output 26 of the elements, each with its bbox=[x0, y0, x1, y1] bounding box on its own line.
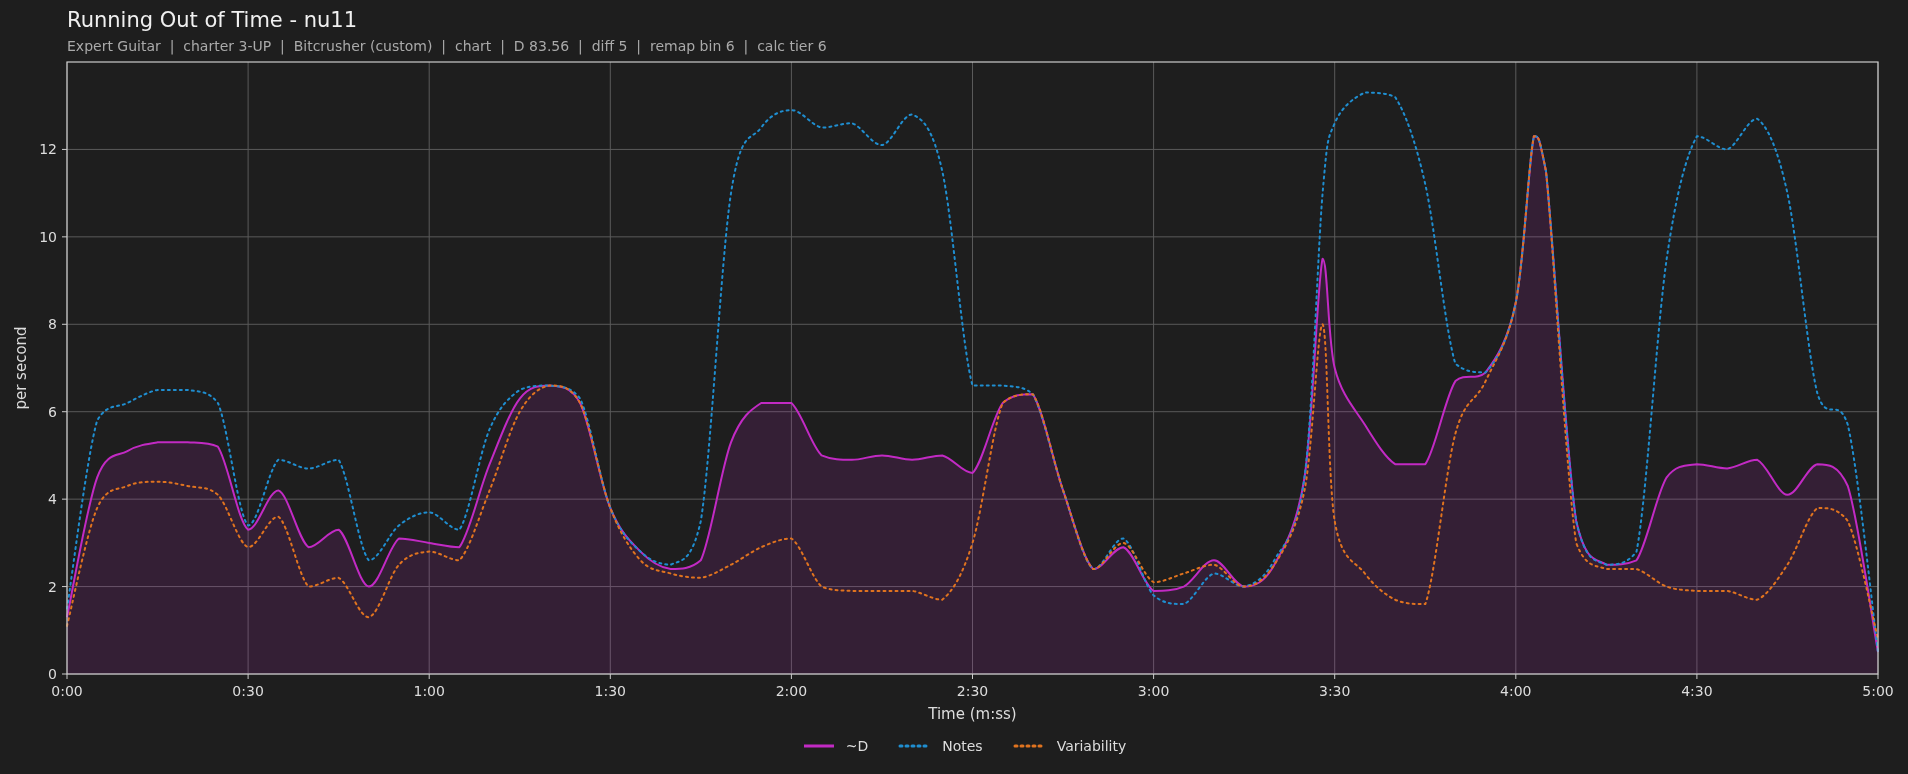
y-tick-label: 6 bbox=[48, 403, 57, 420]
chart-title: Running Out of Time - nu11 bbox=[67, 8, 359, 32]
legend-label: Variability bbox=[1056, 738, 1127, 754]
y-tick-label: 10 bbox=[39, 228, 57, 245]
y-tick-label: 8 bbox=[48, 316, 57, 333]
x-tick-label: 5:00 bbox=[1862, 683, 1894, 699]
x-tick-label: 3:00 bbox=[1137, 683, 1170, 699]
y-axis-label: per second bbox=[12, 326, 30, 410]
x-tick-label: 2:00 bbox=[775, 683, 808, 699]
x-tick-label: 1:00 bbox=[413, 683, 445, 699]
legend-line-icon bbox=[801, 743, 836, 749]
y-tick-label: 0 bbox=[48, 666, 57, 682]
x-tick-label: 4:00 bbox=[1500, 683, 1532, 699]
legend-label: ~D bbox=[845, 738, 869, 754]
x-tick-label: 4:30 bbox=[1681, 683, 1713, 699]
x-axis-label: Time (m:ss) bbox=[928, 705, 1017, 723]
x-tick-label: 3:30 bbox=[1318, 683, 1351, 699]
legend-label: Notes bbox=[942, 738, 983, 754]
x-tick-label: 0:30 bbox=[232, 683, 264, 699]
x-tick-label: 0:00 bbox=[51, 683, 83, 699]
x-tick-label: 1:30 bbox=[594, 683, 627, 699]
y-tick-label: 4 bbox=[48, 491, 57, 508]
y-tick-label: 12 bbox=[39, 141, 57, 158]
y-tick-label: 2 bbox=[48, 578, 57, 595]
x-tick-label: 2:30 bbox=[956, 683, 989, 699]
chart-subtitle: Expert Guitar | charter 3-UP | Bitcrusher (custom) | chart | D 83.56 | diff 5 | remap bin 6 | calc tier 6 bbox=[67, 38, 828, 54]
